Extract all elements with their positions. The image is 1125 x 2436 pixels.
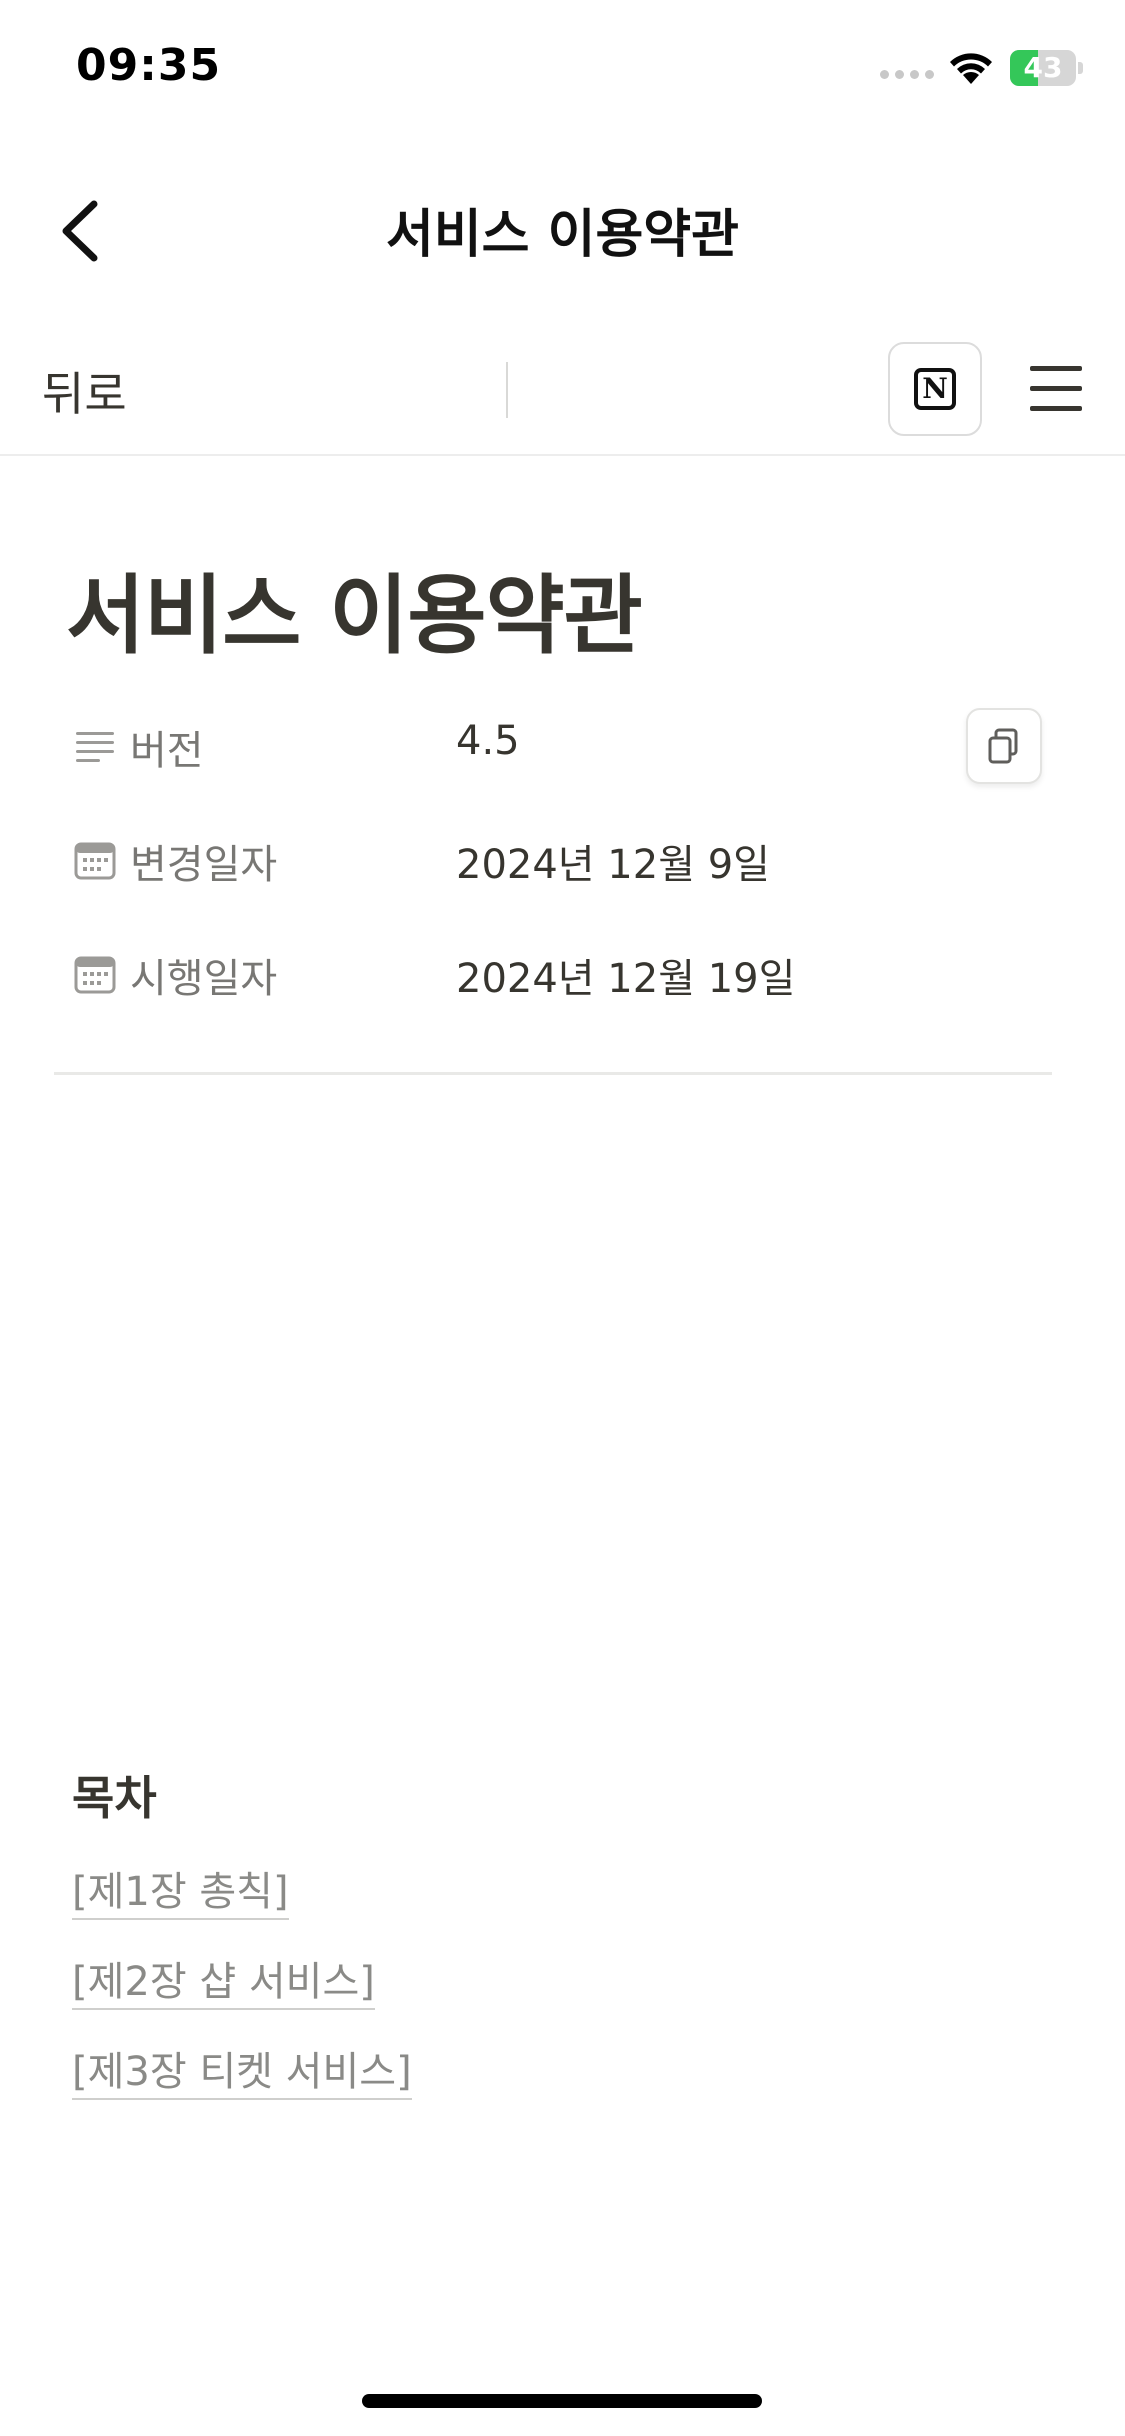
toc-link-chapter-2[interactable]: [제2장 샵 서비스]	[72, 1958, 375, 2010]
copy-button[interactable]	[966, 708, 1042, 784]
home-indicator[interactable]	[362, 2394, 762, 2408]
battery-cap	[1078, 62, 1083, 74]
status-time: 09:35	[76, 40, 222, 91]
toc-link-chapter-3[interactable]: [제3장 티켓 서비스]	[72, 2048, 412, 2100]
back-button[interactable]: 뒤로	[42, 358, 127, 424]
cellular-signal-icon	[880, 70, 934, 79]
text-lines-icon	[76, 732, 114, 762]
wifi-icon	[950, 53, 992, 84]
open-in-notion-button[interactable]: N	[888, 342, 982, 436]
notion-logo-icon: N	[914, 368, 956, 410]
toc-link-chapter-1[interactable]: [제1장 총칙]	[72, 1868, 289, 1920]
nav-title: 서비스 이용약관	[386, 205, 739, 265]
property-value-version[interactable]: 4.5	[456, 718, 520, 764]
property-value-effective-date[interactable]: 2024년 12월 19일	[456, 946, 795, 1004]
toolbar-divider	[506, 362, 508, 418]
properties-divider	[54, 1072, 1052, 1075]
battery-level-text: 43	[1023, 51, 1063, 84]
calendar-icon	[74, 842, 116, 880]
property-value-changed-date[interactable]: 2024년 12월 9일	[456, 832, 770, 890]
property-label-changed-date: 변경일자	[130, 842, 278, 888]
page-title: 서비스 이용약관	[66, 566, 643, 666]
hamburger-menu-icon[interactable]	[1030, 366, 1082, 412]
copy-icon	[988, 728, 1018, 764]
calendar-icon	[74, 956, 116, 994]
toolbar-border	[0, 454, 1125, 456]
property-label-version: 버전	[130, 728, 204, 774]
battery-indicator: 43	[1010, 50, 1076, 86]
property-label-effective-date: 시행일자	[130, 956, 278, 1002]
toc-heading: 목차	[72, 1771, 157, 1825]
